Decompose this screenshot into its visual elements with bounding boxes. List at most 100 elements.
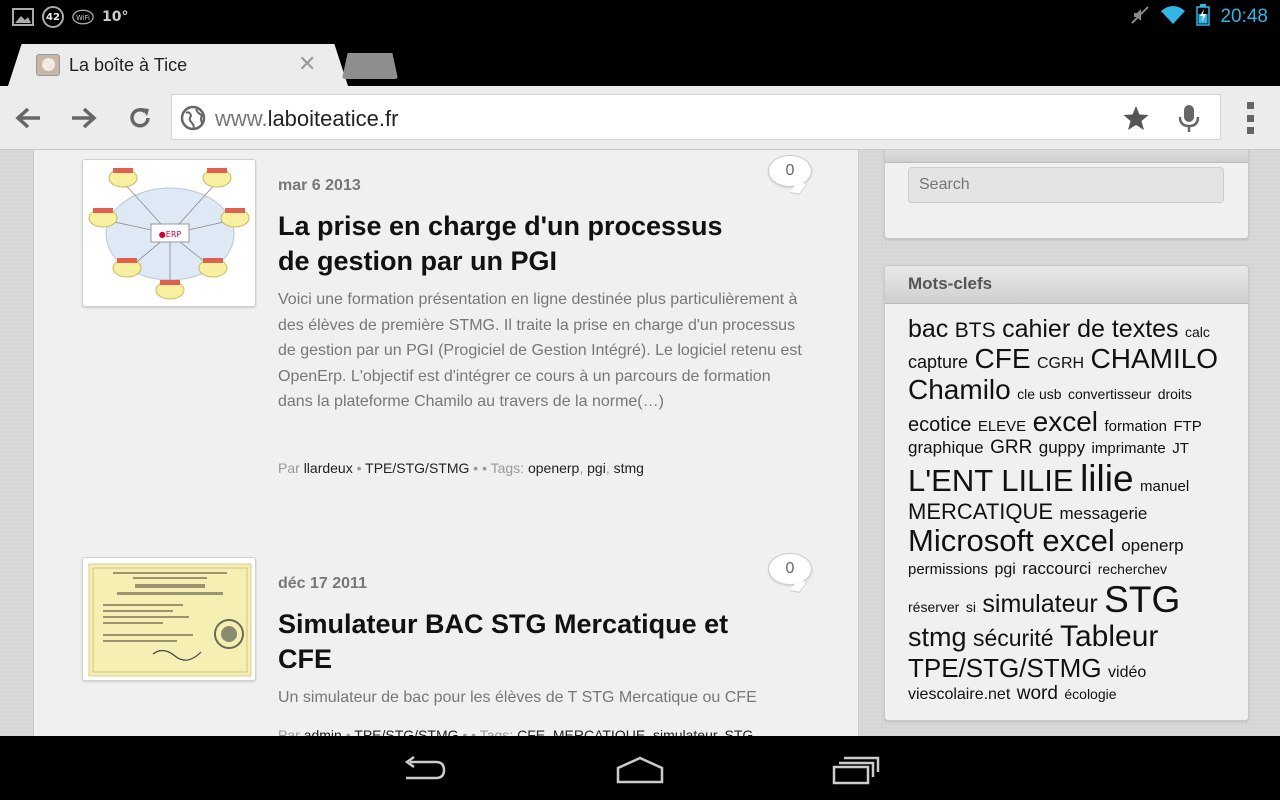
status-bar: 42 WiFi 10° 20:48 [0,0,1280,34]
tag-cloud-link[interactable]: openerp [1121,536,1183,555]
tag-cloud-link[interactable]: bac [908,315,948,343]
new-tab-button[interactable] [342,53,398,79]
tag-cloud-link[interactable]: BTS [955,319,996,342]
tags-widget-title: Mots-clefs [885,266,1248,304]
nav-back-button[interactable] [394,750,454,790]
wifi-notification-icon: WiFi [72,7,94,27]
tag-cloud-link[interactable]: cle usb [1017,386,1061,403]
tag-cloud-link[interactable]: manuel [1140,478,1189,495]
url-text: www.laboiteatice.fr [215,106,398,132]
tag-cloud-link[interactable]: permissions [908,561,988,578]
tag-cloud-link[interactable]: vidéo [1108,664,1146,681]
tag-cloud-link[interactable]: capture [908,352,968,372]
nav-back-icon [404,756,446,780]
tag-cloud-link[interactable]: ecotice [908,414,971,436]
tag-cloud-link[interactable]: lilie [1080,458,1133,499]
tag-cloud-link[interactable]: cahier de textes [1002,315,1179,343]
tag-cloud-link[interactable]: stmg [908,622,967,652]
tag-link[interactable]: CFE [517,727,545,736]
tag-cloud-link[interactable]: CGRH [1037,355,1084,372]
tag-cloud: bac BTS cahier de textes calc capture CF… [885,304,1248,704]
nav-home-button[interactable] [610,750,670,790]
reload-button[interactable] [124,102,156,134]
url-prefix: www. [215,106,268,131]
reload-icon [130,108,150,128]
bookmark-star-icon[interactable] [1122,104,1150,136]
back-arrow-icon [15,107,40,129]
author-link[interactable]: admin [304,727,342,736]
tag-cloud-link[interactable]: droits [1158,386,1192,403]
tag-link[interactable]: simulateur [653,727,717,736]
tag-cloud-link[interactable]: graphique [908,438,984,457]
tag-cloud-link[interactable]: GRR [990,437,1032,458]
tag-cloud-link[interactable]: simulateur [982,590,1097,618]
tag-cloud-link[interactable]: ELEVE [978,418,1026,435]
meta-by-label: Par [278,460,300,476]
tag-cloud-link[interactable]: sécurité [973,625,1054,652]
comment-count: 0 [785,162,795,179]
tag-cloud-link[interactable]: calc [1185,324,1210,340]
tag-link[interactable]: openerp [528,460,579,476]
tag-cloud-link[interactable]: viescolaire.net [908,686,1010,703]
tag-cloud-link[interactable]: imprimante [1092,440,1166,457]
close-tab-icon[interactable]: ✕ [298,52,316,77]
back-button[interactable] [12,102,44,134]
tag-cloud-link[interactable]: Chamilo [908,374,1011,405]
tag-cloud-link[interactable]: TPE/STG/STMG [908,653,1102,683]
tag-cloud-link[interactable]: L'ENT LILIE [908,463,1074,498]
address-bar[interactable]: www.laboiteatice.fr [171,94,1221,140]
tag-cloud-link[interactable]: guppy [1039,438,1085,457]
comment-count: 0 [785,560,795,577]
tag-cloud-link[interactable]: formation [1104,418,1167,435]
tags-widget: Mots-clefs bac BTS cahier de textes calc… [884,265,1249,721]
post-thumbnail-diploma[interactable] [82,557,256,681]
tag-cloud-link[interactable]: excel [1033,406,1098,437]
tag-cloud-link[interactable]: pgi [994,561,1015,578]
category-link[interactable]: TPE/STG/STMG [354,727,458,736]
tag-cloud-link[interactable]: recherchev [1098,561,1167,577]
tag-cloud-link[interactable]: raccourci [1022,559,1091,578]
tag-cloud-link[interactable]: CHAMILO [1091,343,1219,374]
post-title-link[interactable]: Simulateur BAC STG Mercatique et CFE [278,607,758,677]
comment-count-bubble[interactable]: 0 [768,155,812,187]
tag-cloud-link[interactable]: MERCATIQUE [908,499,1053,524]
tag-cloud-link[interactable]: Tableur [1060,620,1158,653]
forward-button[interactable] [68,102,100,134]
tag-cloud-link[interactable]: CFE [975,343,1031,374]
overflow-menu-button[interactable] [1240,102,1260,134]
post-thumbnail-openerp[interactable]: ●ERP [82,159,256,307]
globe-icon [180,105,206,135]
tag-link[interactable]: pgi [587,460,606,476]
tag-cloud-link[interactable]: FTP [1173,418,1201,435]
forward-arrow-icon [72,107,97,129]
tag-cloud-link[interactable]: réserver [908,599,959,615]
tag-cloud-link[interactable]: écologie [1064,686,1116,702]
openerp-diagram-image: ●ERP [88,168,250,300]
tag-cloud-link[interactable]: convertisseur [1068,386,1151,403]
meta-by-label: Par [278,727,300,736]
tags-label: • • Tags: [473,460,525,476]
post-meta: Par llardeux • TPE/STG/STMG • • Tags: op… [278,460,644,476]
navigation-bar [0,736,1280,800]
tag-link[interactable]: stmg [614,460,644,476]
post-date: mar 6 2013 [278,177,361,194]
tag-cloud-link[interactable]: si [966,599,976,615]
search-input[interactable] [908,167,1224,203]
tag-cloud-link[interactable]: STG [1104,579,1180,620]
post-title-link[interactable]: La prise en charge d'un processus de ges… [278,209,758,279]
web-page: ●ERP mar 6 2013 La prise en charge d'un … [0,150,1280,736]
category-link[interactable]: TPE/STG/STMG [365,460,469,476]
microphone-icon[interactable] [1178,103,1200,137]
tag-cloud-link[interactable]: Microsoft excel [908,523,1115,559]
tab-strip: La boîte à Tice ✕ [0,34,1280,86]
comment-count-bubble[interactable]: 0 [768,553,812,585]
tag-cloud-link[interactable]: messagerie [1060,504,1148,523]
nav-home-icon [616,756,664,784]
temperature: 10° [102,9,129,25]
tag-link[interactable]: MERCATIQUE [553,727,645,736]
tag-link[interactable]: STG [725,727,754,736]
author-link[interactable]: llardeux [304,460,353,476]
tag-cloud-link[interactable]: word [1017,683,1058,704]
nav-recents-button[interactable] [826,750,886,790]
tag-cloud-link[interactable]: JT [1172,440,1189,457]
